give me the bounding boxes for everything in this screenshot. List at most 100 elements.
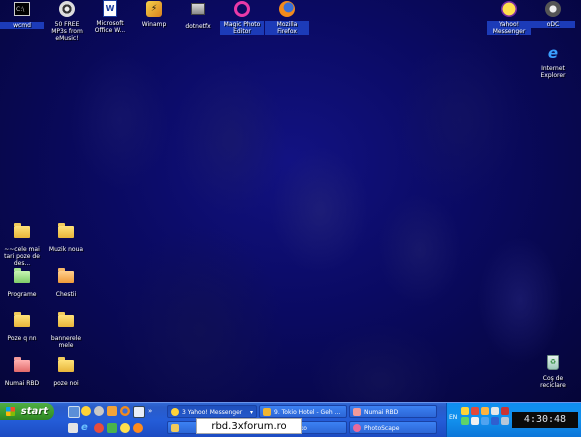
word-document-icon: W (101, 0, 119, 18)
tray-bluetooth-icon[interactable] (491, 417, 499, 425)
quicklaunch-firefox-icon[interactable] (120, 406, 130, 416)
desktop-icon-wcmd[interactable]: C:\ wcmd (0, 0, 44, 29)
folder-icon-bannerele-mele[interactable]: bannerele mele (44, 311, 88, 349)
folder-icon-muzik-noua[interactable]: Muzik noua (44, 222, 88, 253)
task-label: Numai RBD (364, 409, 399, 416)
winamp-icon: ⚡ (145, 1, 163, 19)
desktop-icon-label: bannerele mele (50, 335, 82, 349)
folder-icon (57, 223, 75, 244)
language-indicator[interactable]: EN (449, 414, 457, 422)
tray-shield-icon[interactable] (471, 407, 479, 415)
windows-logo-icon (6, 407, 15, 416)
desktop-icon-odc[interactable]: oDC (531, 0, 575, 28)
desktop-icon-label: Yahoo! Messenger (487, 21, 531, 35)
folder-icon (57, 268, 75, 289)
task-winamp[interactable]: 9. Tokio Hotel - Geh ... (259, 405, 347, 418)
task-label: 3 Yahoo! Messenger (182, 409, 243, 416)
yahoo-messenger-icon (500, 1, 518, 19)
start-button[interactable]: start (0, 403, 54, 420)
desktop-icon-label: Poze q nn (7, 335, 37, 342)
desktop-icon-label: Magic Photo Editor (220, 21, 264, 35)
tray-volume-icon[interactable] (491, 407, 499, 415)
task-photoscape[interactable]: PhotoScape (349, 421, 437, 434)
odc-icon (544, 1, 562, 19)
clock[interactable]: 4:30:48 (512, 412, 578, 428)
tray-display-icon[interactable] (461, 417, 469, 425)
desktop-icon-label: Chestii (55, 291, 77, 298)
desktop-icon-label: Microsoft Office W... (94, 20, 126, 34)
photoscape-icon (353, 424, 361, 432)
desktop-icon-microsoft-office-word[interactable]: W Microsoft Office W... (88, 0, 132, 34)
tray-warning-icon[interactable] (481, 417, 489, 425)
desktop-icon-mozilla-firefox[interactable]: Mozilla Firefox (265, 0, 309, 35)
quicklaunch-smiley-icon[interactable] (120, 423, 130, 433)
quicklaunch-email-icon[interactable] (68, 423, 78, 433)
desktop-icon-label: Programe (7, 291, 37, 298)
desktop-icon-recycle-bin[interactable]: ♻ Coş de reciclare (531, 354, 575, 389)
folder-icon-programe[interactable]: Programe (0, 267, 44, 298)
tray-network-icon[interactable] (461, 407, 469, 415)
quicklaunch-ie-icon[interactable]: e (81, 423, 91, 433)
recycle-bin-icon: ♻ (544, 355, 562, 373)
task-numai-rbd[interactable]: Numai RBD (349, 405, 437, 418)
quicklaunch-gear-icon[interactable] (94, 406, 104, 416)
desktop-icon-label: poze noi (53, 380, 79, 387)
desktop-icon-label: wcmd (0, 22, 44, 29)
desktop-icon-label: Muzik noua (48, 246, 84, 253)
tray-antivirus-icon[interactable] (501, 407, 509, 415)
desktop: C:\ wcmd 50 FREE MP3s from eMusic! W Mic… (0, 0, 581, 402)
tray-messenger-icon[interactable] (481, 407, 489, 415)
desktop-icon-winamp[interactable]: ⚡ Winamp (132, 0, 176, 28)
desktop-icon-label: Numai RBD (4, 380, 40, 387)
desktop-icon-label: dotnetfx (185, 23, 211, 30)
desktop-icon-label: Internet Explorer (540, 65, 566, 79)
task-label: 9. Tokio Hotel - Geh ... (274, 409, 341, 416)
desktop-icon-label: Winamp (141, 21, 167, 28)
emusic-disc-icon (58, 1, 76, 19)
quicklaunch-chevron-icon[interactable]: » (148, 406, 158, 416)
desktop-icon-label: oDC (531, 21, 575, 28)
folder-icon-chestii[interactable]: Chestii (44, 267, 88, 298)
folder-icon (13, 357, 31, 378)
desktop-icon-label: 50 FREE MP3s from eMusic! (51, 21, 83, 42)
desktop-icon-internet-explorer[interactable]: e Internet Explorer (531, 44, 575, 79)
firefox-icon (278, 1, 296, 19)
desktop-icon-dotnetfx[interactable]: dotnetfx (176, 0, 220, 30)
quicklaunch-window-icon[interactable] (133, 406, 145, 418)
quicklaunch-yahoo-icon[interactable] (81, 406, 91, 416)
desktop-icon-yahoo-messenger[interactable]: Yahoo! Messenger (487, 0, 531, 35)
folder-icon-cele-mai-tari-poze[interactable]: ~~cele mai tari poze de des... (0, 222, 44, 267)
folder-icon (13, 268, 31, 289)
folder-icon (57, 357, 75, 378)
folder-icon (171, 424, 179, 432)
folder-icon-poze-q-nn[interactable]: Poze q nn (0, 311, 44, 342)
start-label: start (20, 406, 48, 417)
chevron-down-icon: ▾ (249, 409, 253, 416)
yahoo-icon (171, 408, 179, 416)
desktop-icon-label: ~~cele mai tari poze de des... (4, 246, 40, 267)
desktop-icon-label: Coş de reciclare (540, 375, 566, 389)
quicklaunch-media-icon[interactable] (94, 423, 104, 433)
folder-icon-poze-noi[interactable]: poze noi (44, 356, 88, 387)
watermark-label: rbd.3xforum.ro (196, 418, 302, 434)
quicklaunch-puzzle-icon[interactable] (107, 423, 117, 433)
desktop-icon-emusic[interactable]: 50 FREE MP3s from eMusic! (45, 0, 89, 42)
folder-icon (353, 408, 361, 416)
command-prompt-icon: C:\ (13, 2, 31, 20)
quicklaunch-messenger-icon[interactable] (107, 406, 117, 416)
installer-icon (189, 3, 207, 21)
magic-photo-editor-icon (233, 1, 251, 19)
folder-icon-numai-rbd[interactable]: Numai RBD (0, 356, 44, 387)
folder-icon (13, 312, 31, 333)
folder-icon (13, 223, 31, 244)
desktop-icon-magic-photo-editor[interactable]: Magic Photo Editor (220, 0, 264, 35)
quicklaunch-show-desktop-icon[interactable] (68, 406, 80, 418)
tray-update-icon[interactable] (471, 417, 479, 425)
internet-explorer-icon: e (547, 44, 559, 62)
quicklaunch-media-player-icon[interactable] (133, 423, 143, 433)
system-tray: EN 4:30:48 (446, 403, 581, 437)
tray-usb-icon[interactable] (501, 417, 509, 425)
winamp-icon (263, 408, 271, 416)
task-yahoo-messenger[interactable]: 3 Yahoo! Messenger ▾ (167, 405, 257, 418)
task-label: PhotoScape (364, 425, 400, 432)
